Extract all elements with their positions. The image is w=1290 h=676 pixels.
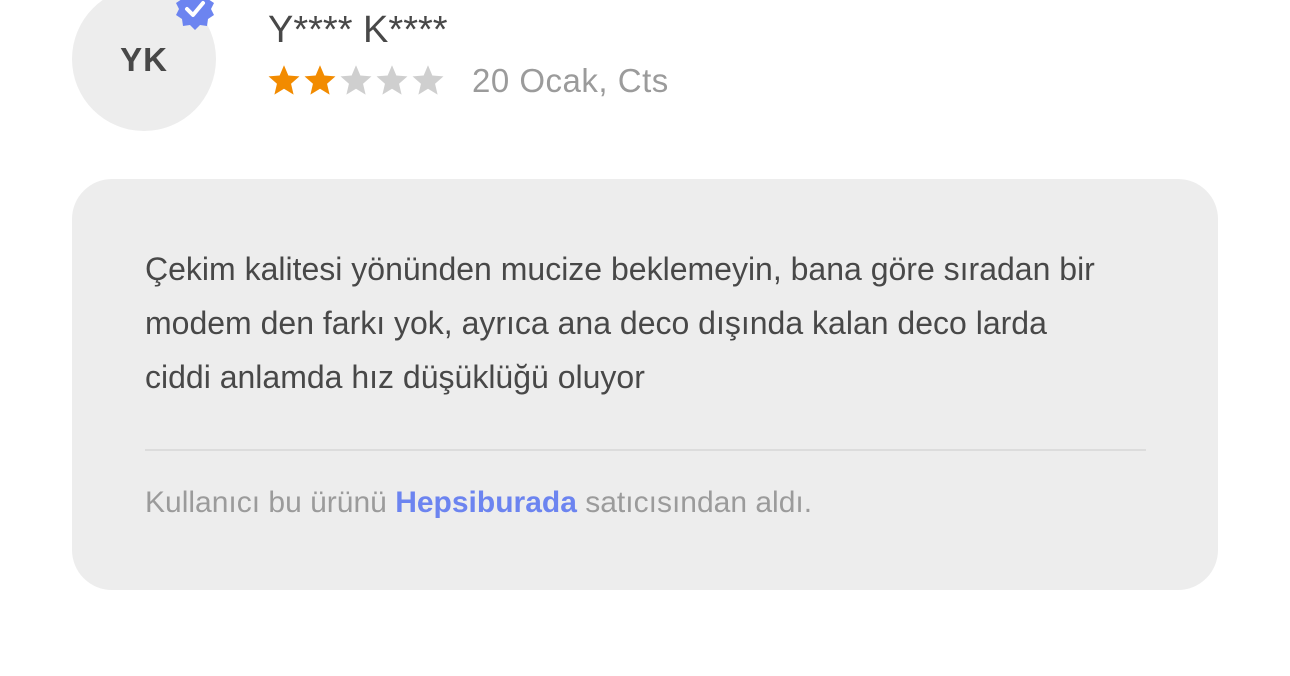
star-filled-icon (304, 65, 336, 95)
star-empty-icon (376, 65, 408, 95)
seller-prefix: Kullanıcı bu ürünü (145, 486, 387, 519)
rating-row: 20 Ocak, Cts (266, 60, 669, 102)
star-empty-icon (412, 65, 444, 95)
seller-suffix: satıcısından aldı. (585, 486, 813, 519)
avatar-initials: YK (120, 41, 168, 78)
seller-info: Kullanıcı bu ürünü Hepsiburada satıcısın… (145, 486, 812, 520)
verified-check-badge-icon (176, 0, 214, 30)
reviewer-name: Y**** K**** (268, 9, 448, 51)
star-empty-icon (340, 65, 372, 95)
star-filled-icon (268, 65, 300, 95)
review-text: Çekim kalitesi yönünden mucize beklemeyi… (145, 251, 1095, 395)
star-rating (266, 63, 446, 99)
seller-link[interactable]: Hepsiburada (395, 486, 577, 519)
divider (145, 449, 1146, 451)
review-card: Çekim kalitesi yönünden mucize beklemeyi… (72, 179, 1218, 590)
review-date: 20 Ocak, Cts (472, 62, 669, 99)
